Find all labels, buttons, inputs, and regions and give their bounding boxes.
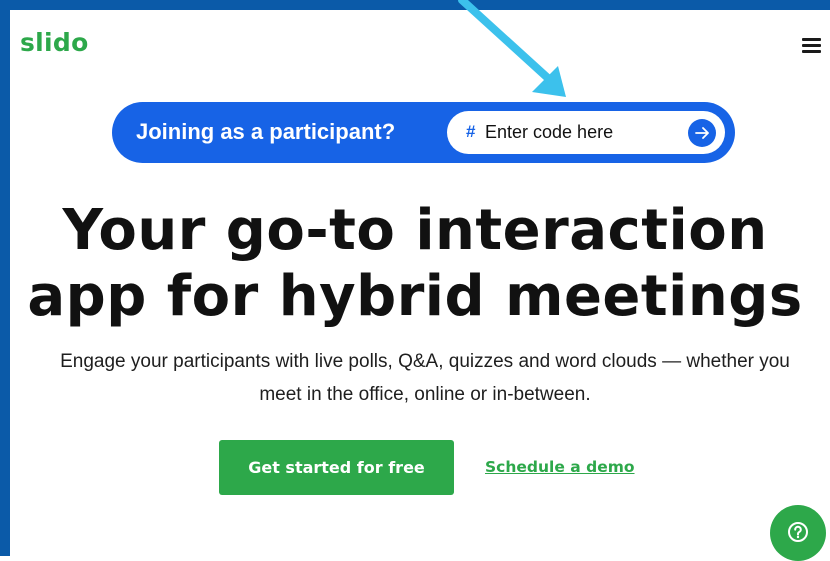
hero-headline: Your go-to interaction app for hybrid me… — [27, 198, 803, 329]
screenshot-frame-top — [0, 0, 830, 10]
join-submit-button[interactable] — [688, 119, 716, 147]
get-started-button[interactable]: Get started for free — [219, 440, 454, 495]
join-event-bar: Joining as a participant? # — [112, 102, 735, 163]
arrow-right-icon — [695, 127, 709, 139]
help-button[interactable] — [770, 505, 826, 561]
question-mark-icon — [788, 522, 808, 542]
schedule-demo-link[interactable]: Schedule a demo — [485, 458, 635, 476]
hamburger-menu-icon[interactable] — [802, 38, 821, 54]
join-label: Joining as a participant? — [136, 119, 396, 144]
hash-icon: # — [466, 122, 476, 141]
event-code-field: # — [447, 111, 725, 154]
annotation-arrow — [458, 0, 566, 97]
hero-subtitle: Engage your participants with live polls… — [60, 351, 790, 405]
event-code-input[interactable] — [485, 118, 675, 146]
slido-logo[interactable]: slido — [20, 28, 89, 57]
